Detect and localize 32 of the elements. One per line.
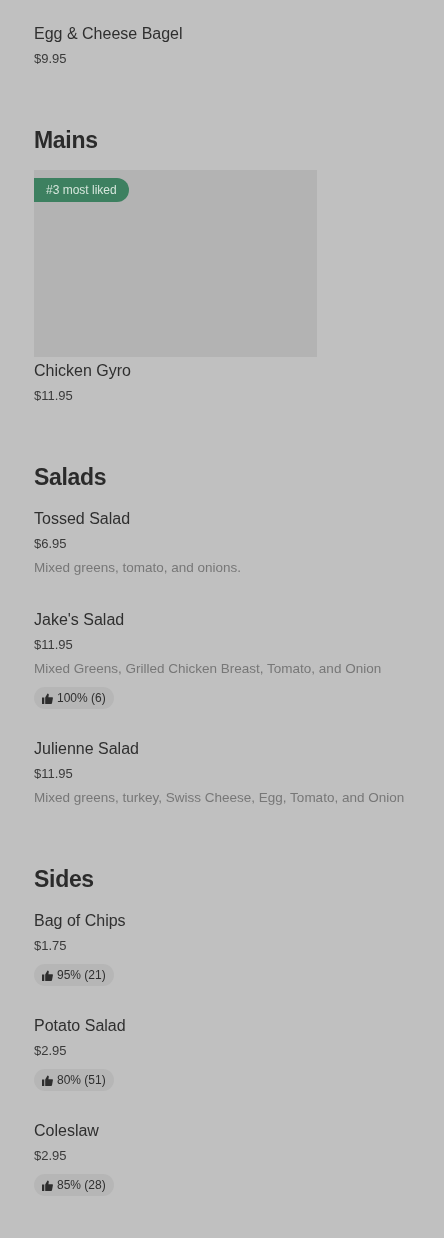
section-heading: Sides [34, 865, 95, 894]
item-price: $1.75 [34, 937, 68, 955]
item-name[interactable]: Tossed Salad [34, 507, 410, 531]
rating-text: 80% (51) [57, 1073, 106, 1087]
item-name[interactable]: Potato Salad [34, 1014, 410, 1038]
item-price: $11.95 [34, 636, 74, 654]
item-name[interactable]: Coleslaw [34, 1119, 410, 1143]
item-name[interactable]: Julienne Salad [34, 737, 410, 761]
item-name[interactable]: Bag of Chips [34, 909, 410, 933]
rating-text: 85% (28) [57, 1178, 106, 1192]
item-price: $2.95 [34, 1147, 68, 1165]
item-price: $6.95 [34, 535, 68, 553]
item-name[interactable]: Jake's Salad [34, 608, 410, 632]
item-price: $9.95 [34, 50, 68, 68]
thumbs-up-icon [42, 1074, 53, 1086]
section-heading: Mains [34, 126, 99, 155]
thumbs-up-icon [42, 692, 53, 704]
item-name[interactable]: Egg & Cheese Bagel [34, 22, 410, 46]
thumbs-up-icon [42, 969, 53, 981]
rating-text: 95% (21) [57, 968, 106, 982]
item-name[interactable]: Chicken Gyro [34, 359, 410, 383]
item-price: $11.95 [34, 765, 74, 783]
item-price: $11.95 [34, 387, 74, 405]
item-description: Mixed greens, tomato, and onions. [34, 559, 243, 577]
image-placeholder[interactable]: #3 most liked [34, 170, 317, 357]
item-price: $2.95 [34, 1042, 68, 1060]
section-heading: Salads [34, 463, 108, 492]
item-description: Mixed greens, turkey, Swiss Cheese, Egg, Tomato, and Onion [34, 789, 406, 807]
most-liked-badge: #3 most liked [34, 178, 129, 202]
thumbs-up-icon [42, 1179, 53, 1191]
rating-text: 100% (6) [57, 691, 106, 705]
item-description: Mixed Greens, Grilled Chicken Breast, Tomato, and Onion [34, 660, 383, 678]
